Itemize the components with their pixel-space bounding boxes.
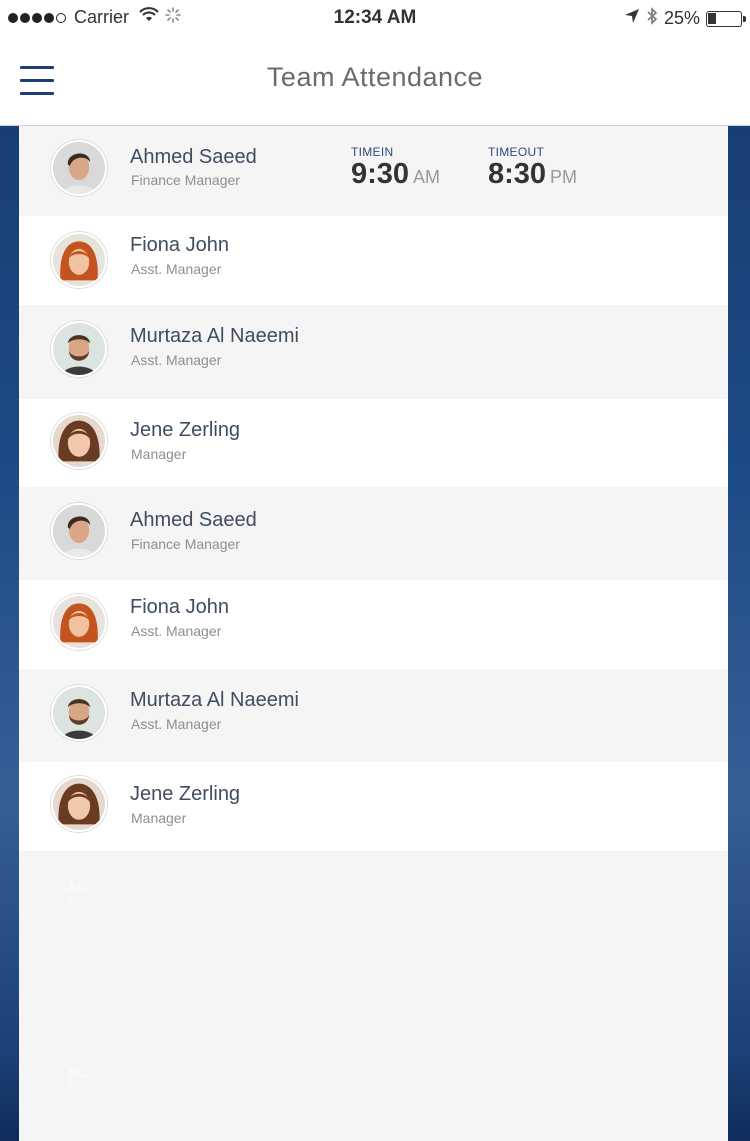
bluetooth-icon xyxy=(646,7,658,30)
woman-red-hair-avatar-icon xyxy=(53,596,105,648)
time-in-period: AM xyxy=(413,167,441,187)
avatar xyxy=(51,140,107,196)
employee-row[interactable]: Murtaza Al Naeemi Asst. Manager xyxy=(19,669,728,762)
man-beard-avatar-icon xyxy=(53,323,105,375)
employee-name: Jene Zerling xyxy=(130,783,241,805)
employee-row[interactable]: Fiona John Asst. Manager xyxy=(19,216,728,305)
battery-percent: 25% xyxy=(663,8,700,28)
employee-name: Murtaza Al Naeemi xyxy=(130,325,299,347)
woman-brown-hair-avatar-icon xyxy=(53,415,105,467)
man-dark-hair-avatar-icon xyxy=(53,505,105,557)
employee-role: Asst. Manager xyxy=(131,716,222,732)
time-out-period: PM xyxy=(550,167,578,187)
woman-brown-hair-avatar-icon xyxy=(53,778,105,830)
time-out-block: TIMEOUT 8:30 PM xyxy=(488,145,577,192)
watermark-line: JUL xyxy=(67,1068,87,1080)
location-arrow-icon xyxy=(624,8,640,29)
watermark-label: JUL Y xyxy=(67,882,87,906)
employee-role: Manager xyxy=(131,446,187,462)
employee-name: Ahmed Saeed xyxy=(130,146,257,168)
time-in-label: TIMEIN xyxy=(351,145,394,159)
time-in-hours: 9:30 xyxy=(351,158,410,190)
watermark-label: JUL Y xyxy=(67,1068,87,1092)
employee-name: Ahmed Saeed xyxy=(130,509,257,531)
employee-name: Jene Zerling xyxy=(130,419,241,441)
avatar xyxy=(51,413,107,469)
employee-row[interactable]: Murtaza Al Naeemi Asst. Manager xyxy=(19,305,728,399)
employee-row[interactable]: Jene Zerling Manager xyxy=(19,762,728,851)
man-beard-avatar-icon xyxy=(53,687,105,739)
app-header: Team Attendance xyxy=(0,36,750,126)
page-title: Team Attendance xyxy=(266,62,484,92)
woman-red-hair-avatar-icon xyxy=(53,234,105,286)
employee-role: Finance Manager xyxy=(131,172,240,188)
watermark-line: Y xyxy=(67,1080,75,1092)
battery-icon xyxy=(706,10,746,27)
watermark-line: Y xyxy=(67,894,75,906)
time-out-label: TIMEOUT xyxy=(488,145,545,159)
man-dark-hair-avatar-icon xyxy=(53,142,105,194)
avatar xyxy=(51,503,107,559)
employee-name: Murtaza Al Naeemi xyxy=(130,689,299,711)
employee-role: Asst. Manager xyxy=(131,352,222,368)
status-right: 25% xyxy=(618,7,746,30)
time-out-hours: 8:30 xyxy=(488,158,547,190)
avatar xyxy=(51,594,107,650)
employee-name: Fiona John xyxy=(130,234,229,256)
avatar xyxy=(51,321,107,377)
employee-row[interactable]: Ahmed Saeed Finance Manager TIMEIN 9:30 A… xyxy=(19,126,728,216)
status-bar: Carrier 12:34 AM 25% xyxy=(0,0,750,36)
time-in-block: TIMEIN 9:30 AM xyxy=(351,145,440,192)
time-out-value: 8:30 PM xyxy=(488,159,577,192)
employee-role: Asst. Manager xyxy=(131,623,222,639)
time-in-value: 9:30 AM xyxy=(351,159,440,192)
employee-role: Manager xyxy=(131,810,187,826)
employee-role: Asst. Manager xyxy=(131,261,222,277)
employee-name: Fiona John xyxy=(130,596,229,618)
employee-role: Finance Manager xyxy=(131,536,240,552)
watermark-line: JUL xyxy=(67,882,87,894)
battery-fill xyxy=(708,12,716,24)
avatar xyxy=(51,776,107,832)
employee-row[interactable]: Jene Zerling Manager xyxy=(19,399,728,487)
employee-row[interactable]: Fiona John Asst. Manager xyxy=(19,580,728,669)
employee-row[interactable]: Ahmed Saeed Finance Manager xyxy=(19,487,728,580)
battery-tip xyxy=(743,15,746,22)
avatar xyxy=(51,232,107,288)
avatar xyxy=(51,685,107,741)
attendance-list: Ahmed Saeed Finance Manager TIMEIN 9:30 A… xyxy=(19,126,728,1141)
